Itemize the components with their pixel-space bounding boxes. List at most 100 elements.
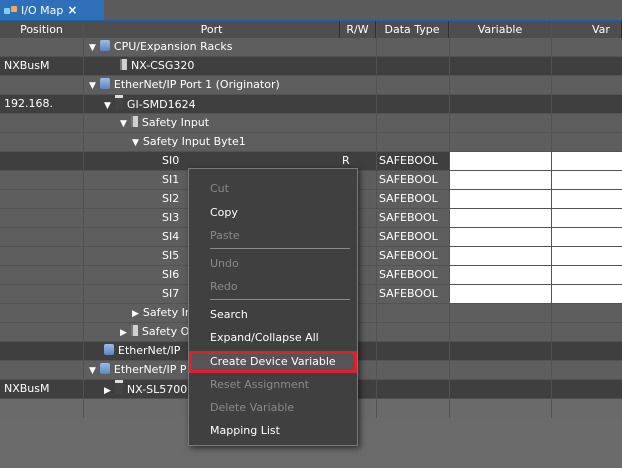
ethernet-port-icon [99, 363, 110, 374]
data-type-cell: SAFEBOOL [379, 192, 438, 205]
variable-input[interactable] [449, 152, 551, 170]
collapsed-icon[interactable]: ▶ [132, 305, 139, 322]
expanded-icon[interactable]: ▼ [120, 115, 127, 132]
column-divider [551, 21, 552, 468]
variable2-input[interactable] [552, 152, 622, 170]
variable-input[interactable] [449, 266, 551, 284]
port-label: GI-SMD1624 [126, 98, 196, 111]
port-label: SI5 [162, 249, 180, 262]
variable-input[interactable] [449, 285, 551, 303]
variable2-input[interactable] [552, 266, 622, 284]
menu-item-reset-assignment[interactable]: Reset Assignment [189, 375, 357, 395]
expanded-icon[interactable]: ▼ [104, 97, 111, 113]
device-icon [114, 380, 123, 394]
port-label: EtherNet/IP [118, 344, 181, 357]
header-data-type[interactable]: Data Type [376, 21, 449, 38]
variable2-input[interactable] [552, 247, 622, 265]
data-type-cell: SAFEBOOL [379, 287, 438, 300]
port-label: CPU/Expansion Racks [113, 40, 233, 53]
port-label: NX-CSG320 [131, 59, 195, 72]
port-label: SI1 [162, 173, 180, 186]
expanded-icon[interactable]: ▼ [132, 134, 139, 151]
data-type-cell: SAFEBOOL [379, 268, 438, 281]
port-label: SI6 [162, 268, 180, 281]
menu-item-search[interactable]: Search [189, 305, 357, 325]
variable-input[interactable] [449, 209, 551, 227]
port-label: Safety Input [141, 116, 210, 129]
collapsed-icon[interactable]: ▶ [120, 324, 127, 341]
variable-input[interactable] [449, 190, 551, 208]
column-divider [376, 21, 377, 468]
port-label: SI4 [162, 230, 180, 243]
expanded-icon[interactable]: ▼ [89, 362, 96, 379]
menu-item-expand-collapse[interactable]: Expand/Collapse All [189, 328, 357, 348]
table-row[interactable]: ▼ Safety Input [0, 114, 622, 133]
header-position[interactable]: Position [0, 21, 84, 38]
port-label: SI2 [162, 192, 180, 205]
ethernet-port-icon [99, 78, 110, 89]
data-type-cell: SAFEBOOL [379, 173, 438, 186]
table-row[interactable]: ▼ Safety Input Byte1 [0, 133, 622, 152]
menu-item-paste[interactable]: Paste [189, 226, 357, 246]
ethernet-port-icon [104, 344, 114, 355]
expanded-icon[interactable]: ▼ [89, 77, 96, 94]
data-type-cell: SAFEBOOL [379, 249, 438, 262]
port-label: EtherNet/IP Port 1 (Originator) [113, 78, 280, 91]
menu-separator [210, 299, 350, 300]
variable2-input[interactable] [552, 209, 622, 227]
port-label: NX-SL5700 [126, 383, 188, 396]
variable2-input[interactable] [552, 190, 622, 208]
menu-separator [210, 248, 350, 249]
io-group-icon [130, 325, 138, 336]
port-label: Safety Input Byte1 [142, 135, 246, 148]
menu-item-delete-variable[interactable]: Delete Variable [189, 398, 357, 418]
variable2-input[interactable] [552, 285, 622, 303]
column-divider [340, 21, 341, 38]
position-cell: NXBusM [4, 382, 50, 395]
table-row[interactable]: ▼ CPU/Expansion Racks [0, 38, 622, 57]
data-type-cell: SAFEBOOL [379, 211, 438, 224]
collapsed-icon[interactable]: ▶ [104, 382, 111, 398]
position-cell: 192.168. [4, 97, 53, 110]
column-divider [449, 21, 450, 468]
menu-item-copy[interactable]: Copy [189, 203, 357, 223]
port-label: Safety O [141, 325, 190, 338]
port-label: SI3 [162, 211, 180, 224]
variable-input[interactable] [449, 228, 551, 246]
port-label: SI0 [162, 154, 180, 167]
menu-item-undo[interactable]: Undo [189, 254, 357, 274]
table-row[interactable]: NXBusM NX-CSG320 [0, 57, 622, 76]
table-row[interactable]: 192.168. ▼ GI-SMD1624 [0, 95, 622, 114]
port-label: SI7 [162, 287, 180, 300]
port-label: EtherNet/IP P [113, 363, 187, 376]
device-icon [114, 95, 123, 109]
header-rw[interactable]: R/W [340, 21, 376, 38]
context-menu: Cut Copy Paste Undo Redo Search Expand/C… [188, 168, 358, 446]
header-variable2[interactable]: Var [552, 21, 622, 38]
table-row[interactable]: ▼ EtherNet/IP Port 1 (Originator) [0, 76, 622, 95]
port-label: Safety In [142, 306, 192, 319]
tab-io-map[interactable]: I/O Map × [0, 0, 104, 20]
position-cell: NXBusM [4, 59, 50, 72]
expanded-icon[interactable]: ▼ [89, 39, 96, 56]
tab-title: I/O Map [21, 3, 64, 17]
variable2-input[interactable] [552, 171, 622, 189]
io-map-icon [4, 5, 18, 15]
rack-icon [99, 40, 110, 51]
header-port[interactable]: Port [84, 21, 340, 38]
column-divider [83, 21, 84, 468]
variable2-input[interactable] [552, 228, 622, 246]
menu-item-create-device-variable[interactable]: Create Device Variable [189, 352, 357, 372]
device-icon [120, 59, 127, 70]
column-header: Position Port R/W Data Type Variable Var [0, 21, 622, 38]
data-type-cell: SAFEBOOL [379, 154, 438, 167]
menu-item-cut[interactable]: Cut [189, 179, 357, 199]
data-type-cell: SAFEBOOL [379, 230, 438, 243]
menu-item-redo[interactable]: Redo [189, 277, 357, 297]
variable-input[interactable] [449, 171, 551, 189]
close-icon[interactable]: × [67, 3, 77, 17]
io-group-icon [130, 116, 138, 127]
variable-input[interactable] [449, 247, 551, 265]
menu-item-mapping-list[interactable]: Mapping List [189, 421, 357, 441]
header-variable[interactable]: Variable [449, 21, 552, 38]
